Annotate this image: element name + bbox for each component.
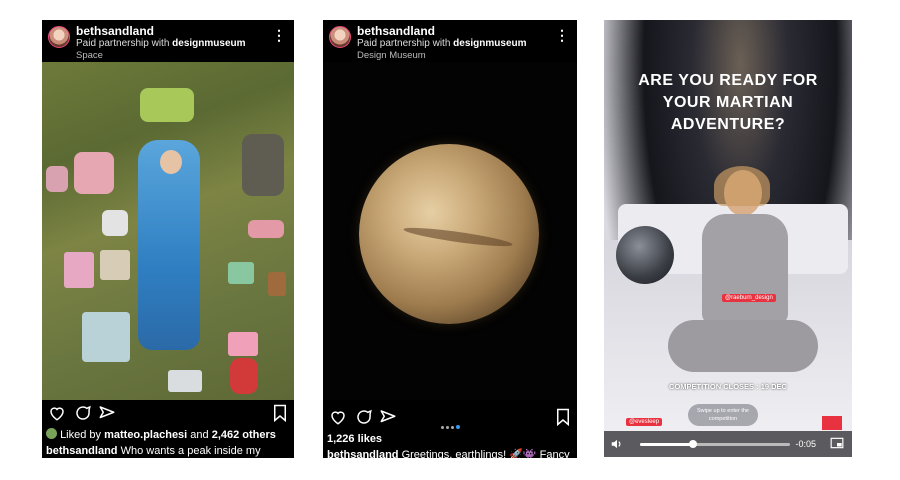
swipe-up-button[interactable]: Swipe up to enter the competition bbox=[688, 404, 758, 426]
progress-track[interactable] bbox=[640, 440, 790, 448]
avatar[interactable] bbox=[48, 26, 70, 48]
heart-icon[interactable] bbox=[329, 408, 347, 426]
fullscreen-icon[interactable] bbox=[830, 437, 844, 449]
volume-icon[interactable] bbox=[610, 437, 624, 451]
sneakers bbox=[102, 210, 128, 236]
green-case bbox=[228, 262, 254, 284]
heart-icon[interactable] bbox=[48, 404, 66, 422]
username[interactable]: bethsandland bbox=[357, 24, 435, 38]
liked-count-link[interactable]: 2,462 others bbox=[212, 429, 276, 441]
bookmark-icon[interactable] bbox=[272, 404, 288, 422]
post-backpack: bethsandland Paid partnership with desig… bbox=[42, 20, 294, 458]
post-mars: bethsandland Paid partnership with desig… bbox=[323, 20, 577, 458]
person-head bbox=[160, 150, 182, 174]
likes-line: Liked by matteo.plachesi and 2,462 other… bbox=[46, 428, 290, 443]
time-remaining: -0:05 bbox=[795, 439, 816, 449]
post-image-mars[interactable] bbox=[323, 62, 577, 400]
username[interactable]: bethsandland bbox=[76, 24, 154, 38]
more-icon[interactable]: ⋮ bbox=[272, 28, 286, 42]
comment-icon[interactable] bbox=[355, 408, 373, 426]
grey-backpack bbox=[242, 134, 284, 196]
green-bag bbox=[140, 88, 194, 122]
progress-fill bbox=[640, 443, 693, 446]
post-caption: bethsandland Greetings, earthlings! 🚀👾 F… bbox=[327, 448, 573, 458]
likes-count[interactable]: 1,226 likes bbox=[327, 432, 573, 447]
video-controls: -0:05 bbox=[604, 431, 852, 457]
story-view[interactable]: ARE YOU READY FOR YOUR MARTIAN ADVENTURE… bbox=[604, 20, 852, 457]
pink-top bbox=[228, 332, 258, 356]
red-dress bbox=[230, 358, 258, 394]
laptop bbox=[168, 370, 202, 392]
location[interactable]: Space bbox=[76, 50, 103, 61]
sandals bbox=[46, 166, 68, 192]
competition-text: COMPETITION CLOSES : 19 DEC bbox=[669, 382, 787, 391]
post-header: bethsandland Paid partnership with desig… bbox=[323, 20, 577, 62]
story-headline: ARE YOU READY FOR YOUR MARTIAN ADVENTURE… bbox=[638, 72, 818, 133]
globe bbox=[616, 226, 674, 284]
bookmark-icon[interactable] bbox=[555, 408, 571, 426]
caption-username[interactable]: bethsandland bbox=[46, 445, 118, 457]
beige-bag bbox=[100, 250, 130, 280]
location[interactable]: Design Museum bbox=[357, 50, 426, 61]
pink-pouch bbox=[64, 252, 94, 288]
tag-raeburn[interactable]: @raeburn_design bbox=[722, 294, 776, 302]
post-actions bbox=[42, 400, 294, 426]
comment-icon[interactable] bbox=[74, 404, 92, 422]
toiletry-case bbox=[248, 220, 284, 238]
pink-backpack bbox=[74, 152, 114, 194]
eve-logo bbox=[822, 416, 842, 430]
tote-bag bbox=[82, 312, 130, 362]
liker-avatar bbox=[46, 428, 57, 439]
post-actions bbox=[323, 400, 577, 429]
partnership-label: Paid partnership with designmuseum bbox=[357, 38, 527, 49]
post-caption: bethsandland Who wants a peak inside my … bbox=[46, 444, 290, 458]
more-icon[interactable]: ⋮ bbox=[555, 28, 569, 42]
progress-knob[interactable] bbox=[688, 440, 697, 448]
caption-username[interactable]: bethsandland bbox=[327, 449, 399, 458]
tag-evesleep[interactable]: @evesleep bbox=[626, 418, 663, 426]
partnership-label: Paid partnership with designmuseum bbox=[76, 38, 246, 49]
brown-wallet bbox=[268, 272, 286, 296]
post-image-flatlay[interactable] bbox=[42, 62, 294, 400]
share-icon[interactable] bbox=[379, 408, 397, 426]
partner-link[interactable]: designmuseum bbox=[172, 38, 245, 49]
partner-link[interactable]: designmuseum bbox=[453, 38, 526, 49]
post-header: bethsandland Paid partnership with desig… bbox=[42, 20, 294, 62]
avatar[interactable] bbox=[329, 26, 351, 48]
person bbox=[668, 166, 818, 400]
share-icon[interactable] bbox=[98, 404, 116, 422]
liked-user-link[interactable]: matteo.plachesi bbox=[104, 429, 187, 441]
